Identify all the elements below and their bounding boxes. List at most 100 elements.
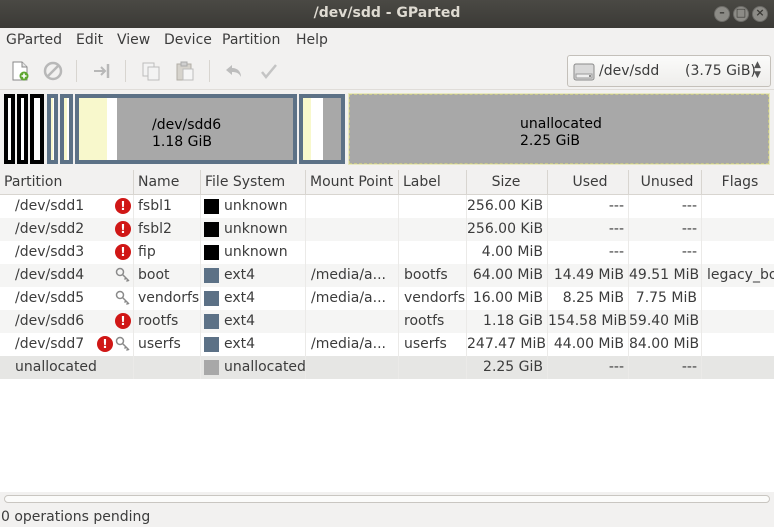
copy-button[interactable] xyxy=(138,58,164,84)
cell-partition: /dev/sdd5 xyxy=(0,287,134,310)
apply-button[interactable] xyxy=(256,58,282,84)
cell-flags xyxy=(702,333,774,356)
cell-flags xyxy=(702,356,774,379)
cell-flags xyxy=(702,310,774,333)
column-header-used[interactable]: Used xyxy=(548,170,629,195)
checkmark-icon xyxy=(261,64,277,79)
paste-icon xyxy=(176,61,194,81)
diskmap-segment-unallocated[interactable]: unallocated 2.25 GiB xyxy=(348,93,770,165)
operations-status: 0 operations pending xyxy=(1,509,151,525)
paste-button[interactable] xyxy=(172,58,198,84)
cell-unused: 49.51 MiB xyxy=(629,264,702,287)
table-row[interactable]: /dev/sdd3 ! fip unknown 4.00 MiB --- --- xyxy=(0,241,774,264)
maximize-icon: □ xyxy=(735,6,747,19)
column-header-size[interactable]: Size xyxy=(467,170,548,195)
table-row[interactable]: unallocated unallocated 2.25 GiB --- --- xyxy=(0,356,774,379)
warning-icon: ! xyxy=(115,244,131,260)
close-button[interactable]: × xyxy=(752,6,768,22)
cell-name: fip xyxy=(134,241,201,264)
cell-label xyxy=(399,356,467,379)
column-header-partition[interactable]: Partition xyxy=(0,170,134,195)
cell-used: --- xyxy=(548,195,629,218)
cell-mountpoint xyxy=(306,218,399,241)
cell-mountpoint xyxy=(306,241,399,264)
table-row[interactable]: /dev/sdd7 ! userfs ext4 /media/a... user… xyxy=(0,333,774,356)
resize-icon xyxy=(94,64,110,78)
disk-map: /dev/sdd6 1.18 GiB unallocated 2.25 GiB xyxy=(0,90,774,168)
menu-device[interactable]: Device xyxy=(164,32,212,48)
diskmap-segment-sdd4[interactable] xyxy=(47,94,58,164)
menu-partition[interactable]: Partition xyxy=(222,32,280,48)
new-partition-button[interactable] xyxy=(7,58,33,84)
diskmap-segment-sdd5[interactable] xyxy=(60,94,73,164)
cell-name: fsbl2 xyxy=(134,218,201,241)
unused-space-fill xyxy=(107,98,117,160)
cell-label xyxy=(399,241,467,264)
table-row[interactable]: /dev/sdd4 boot ext4 /media/a... bootfs 6… xyxy=(0,264,774,287)
menu-gparted[interactable]: GParted xyxy=(6,32,62,48)
cell-name: boot xyxy=(134,264,201,287)
cell-partition: /dev/sdd1 xyxy=(0,195,134,218)
cell-label: userfs xyxy=(399,333,467,356)
cell-filesystem: unknown xyxy=(201,218,306,241)
undo-button[interactable] xyxy=(221,58,247,84)
cell-partition: /dev/sdd7 xyxy=(0,333,134,356)
warning-icon: ! xyxy=(97,336,113,352)
cell-used: --- xyxy=(548,241,629,264)
diskmap-segment-sdd3[interactable] xyxy=(30,94,44,164)
device-selector[interactable]: /dev/sdd (3.75 GiB) ▲ ▼ xyxy=(567,55,771,87)
device-size: (3.75 GiB) xyxy=(685,63,756,79)
cell-partition: /dev/sdd6 xyxy=(0,310,134,333)
new-document-icon xyxy=(12,61,29,81)
cell-partition: unallocated xyxy=(0,356,134,379)
warning-icon: ! xyxy=(115,221,131,237)
column-header-label[interactable]: Label xyxy=(399,170,467,195)
cell-name: fsbl1 xyxy=(134,195,201,218)
column-header-filesystem[interactable]: File System xyxy=(201,170,306,195)
menu-bar: GParted Edit View Device Partition Help xyxy=(0,28,774,52)
column-header-name[interactable]: Name xyxy=(134,170,201,195)
table-row[interactable]: /dev/sdd6 ! rootfs ext4 rootfs 1.18 GiB … xyxy=(0,310,774,333)
cell-size: 4.00 MiB xyxy=(467,241,548,264)
cell-unused: --- xyxy=(629,218,702,241)
table-row[interactable]: /dev/sdd5 vendorfs ext4 /media/a... vend… xyxy=(0,287,774,310)
cell-flags xyxy=(702,218,774,241)
cell-mountpoint xyxy=(306,310,399,333)
copy-icon xyxy=(142,62,160,81)
cell-filesystem: unallocated xyxy=(201,356,306,379)
resize-move-button[interactable] xyxy=(89,58,115,84)
diskmap-segment-sdd7[interactable] xyxy=(299,94,345,164)
menu-view[interactable]: View xyxy=(117,32,150,48)
column-header-mountpoint[interactable]: Mount Point xyxy=(306,170,399,195)
diskmap-segment-sdd2[interactable] xyxy=(17,94,28,164)
warning-icon: ! xyxy=(115,313,131,329)
cell-filesystem: ext4 xyxy=(201,264,306,287)
cell-mountpoint: /media/a... xyxy=(306,264,399,287)
menu-help[interactable]: Help xyxy=(296,32,328,48)
diskmap-unallocated-name: unallocated xyxy=(520,116,602,132)
column-header-flags[interactable]: Flags xyxy=(702,170,774,195)
cell-flags xyxy=(702,241,774,264)
partition-gray-fill xyxy=(323,98,341,160)
column-header-unused[interactable]: Unused xyxy=(629,170,702,195)
minimize-button[interactable]: – xyxy=(714,6,730,22)
menu-edit[interactable]: Edit xyxy=(76,32,103,48)
scrollbar-track[interactable] xyxy=(4,495,770,503)
horizontal-scrollbar[interactable] xyxy=(0,492,774,506)
delete-partition-button[interactable] xyxy=(40,58,66,84)
cell-label: bootfs xyxy=(399,264,467,287)
window-title: /dev/sdd - GParted xyxy=(313,5,461,21)
diskmap-segment-sdd1[interactable] xyxy=(4,94,15,164)
unused-space-fill xyxy=(311,98,323,160)
cell-label: rootfs xyxy=(399,310,467,333)
cell-filesystem: ext4 xyxy=(201,333,306,356)
minimize-icon: – xyxy=(719,6,725,19)
table-row[interactable]: /dev/sdd2 ! fsbl2 unknown 256.00 KiB ---… xyxy=(0,218,774,241)
cell-partition: /dev/sdd2 xyxy=(0,218,134,241)
cell-size: 16.00 MiB xyxy=(467,287,548,310)
table-header: Partition Name File System Mount Point L… xyxy=(0,170,774,195)
diskmap-segment-sdd6[interactable]: /dev/sdd6 1.18 GiB xyxy=(75,94,297,164)
delete-icon xyxy=(43,61,63,81)
maximize-button[interactable]: □ xyxy=(733,6,749,22)
table-row[interactable]: /dev/sdd1 ! fsbl1 unknown 256.00 KiB ---… xyxy=(0,195,774,218)
